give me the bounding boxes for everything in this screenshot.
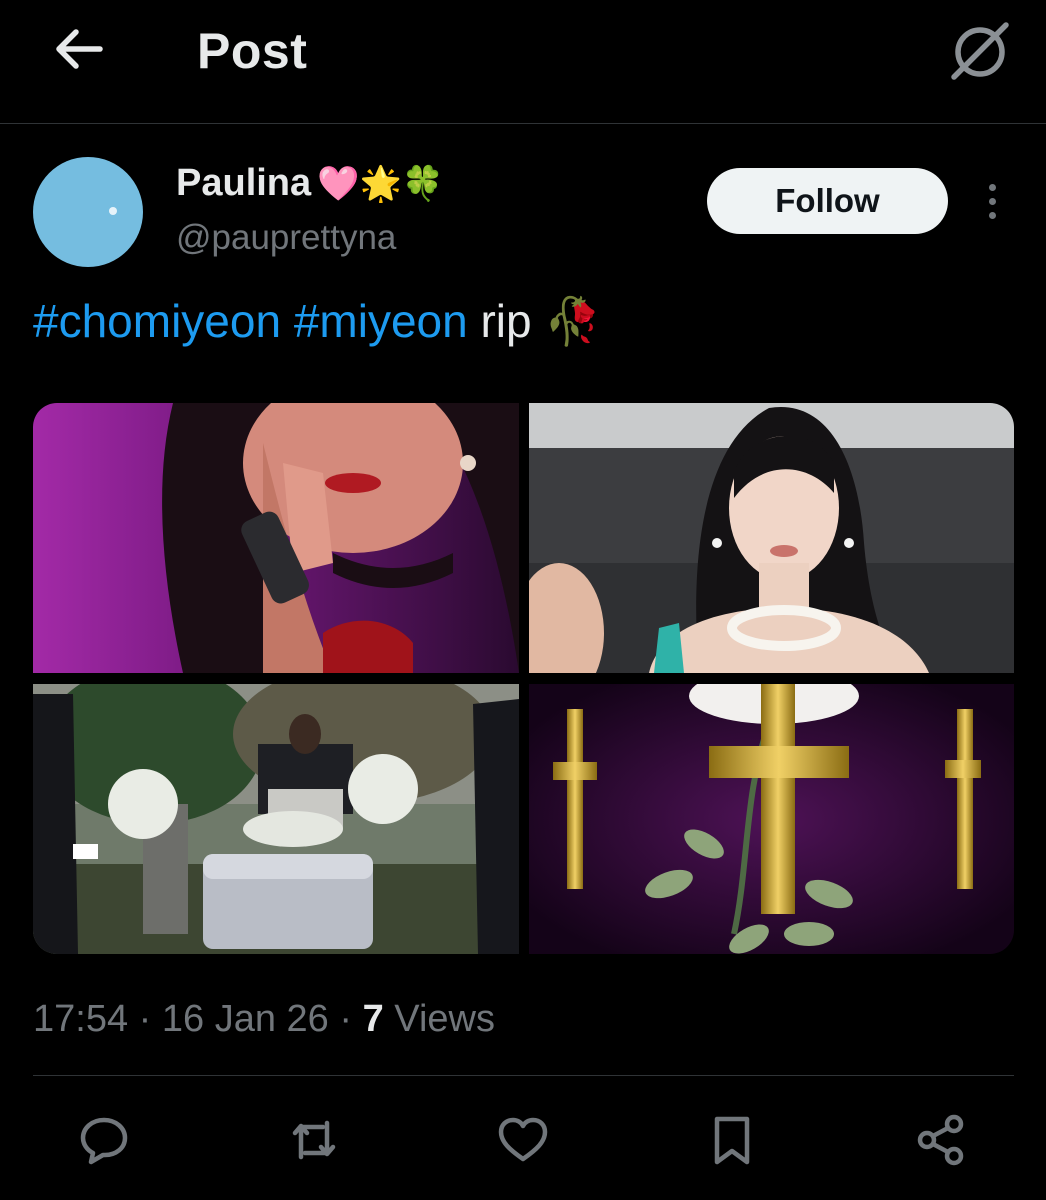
bookmark-icon [714, 1116, 750, 1165]
more-options-button[interactable] [972, 178, 1012, 224]
meta-separator: · [328, 998, 363, 1040]
like-button[interactable] [488, 1105, 558, 1175]
views-label: Views [394, 998, 495, 1040]
post-meta: 17:54 · 16 Jan 26 · 7 Views [33, 998, 495, 1041]
top-bar: Post [0, 0, 1046, 124]
media-image-portrait[interactable] [529, 403, 1014, 673]
page-title: Post [197, 23, 308, 79]
post-date: 16 Jan 26 [161, 998, 329, 1040]
repost-button[interactable] [279, 1105, 349, 1175]
avatar-detail [109, 207, 117, 215]
hashtag-link[interactable]: #miyeon [294, 295, 468, 347]
share-icon [917, 1114, 964, 1166]
reply-button[interactable] [69, 1105, 139, 1175]
divider [33, 1075, 1014, 1076]
action-bar [0, 1105, 1046, 1185]
grok-icon [951, 22, 1009, 80]
meta-separator: · [128, 998, 162, 1040]
views-count: 7 [362, 998, 384, 1040]
media-grid [33, 403, 1014, 954]
grok-button[interactable] [946, 18, 1014, 82]
repost-icon [292, 1120, 336, 1160]
author-handle[interactable]: @pauprettyna [176, 218, 396, 258]
bookmark-button[interactable] [697, 1105, 767, 1175]
avatar[interactable] [33, 157, 143, 267]
wilted-rose-emoji: 🥀 [544, 295, 602, 347]
arrow-left-icon [56, 29, 103, 69]
author-emoji-badges: 🩷🌟🍀 [317, 164, 445, 203]
reply-icon [80, 1117, 128, 1165]
post-body: rip [480, 295, 532, 347]
post-text: #chomiyeon #miyeon rip 🥀 [33, 294, 602, 349]
more-vertical-icon [988, 197, 996, 205]
heart-icon [498, 1117, 548, 1162]
back-button[interactable] [50, 24, 106, 74]
more-vertical-icon [988, 211, 996, 219]
media-image-singer[interactable] [33, 403, 519, 673]
author-name[interactable]: Paulina 🩷🌟🍀 [176, 162, 444, 205]
share-button[interactable] [906, 1105, 976, 1175]
post-time: 17:54 [33, 998, 129, 1040]
follow-button[interactable]: Follow [707, 168, 948, 234]
media-image-funeral[interactable] [33, 684, 519, 954]
hashtag-link[interactable]: #chomiyeon [33, 295, 281, 347]
more-vertical-icon [988, 183, 996, 191]
media-image-crosses[interactable] [529, 684, 1014, 954]
author-display-name: Paulina [176, 162, 312, 204]
